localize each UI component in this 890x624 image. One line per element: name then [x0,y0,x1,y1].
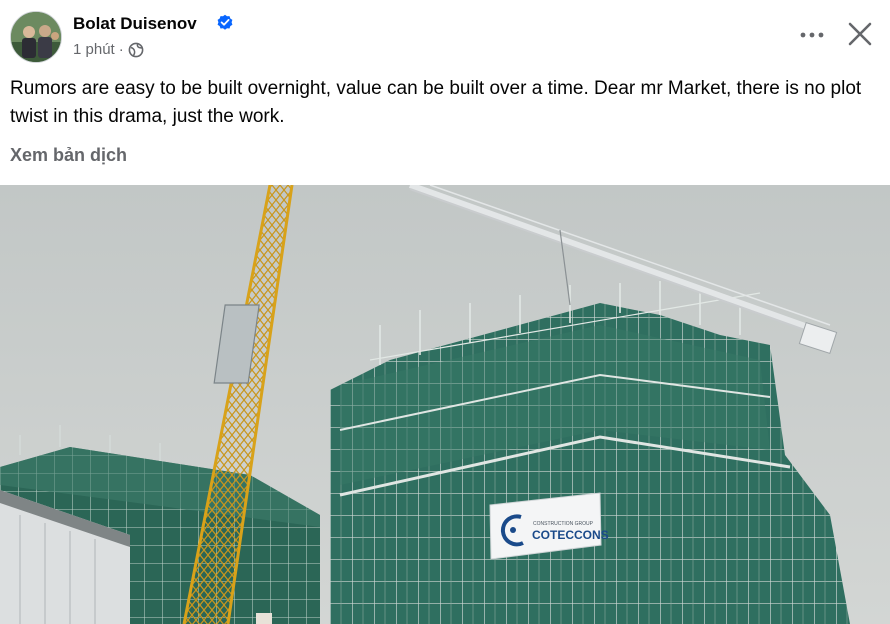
more-dots [800,32,824,38]
author-avatar[interactable] [10,11,62,63]
meta-separator: · [118,41,124,58]
globe-icon[interactable] [128,42,144,58]
banner-small-text: CONSTRUCTION GROUP [533,521,594,527]
more-options-icon[interactable] [797,20,827,50]
site-sign [256,613,272,624]
post-meta: 1 phút · [73,41,144,58]
post-timestamp[interactable]: 1 phút [73,41,115,58]
see-translation-link[interactable]: Xem bản dịch [10,145,127,166]
banner-brand-text: COTECCONS [532,528,609,542]
construction-site-photo: CONSTRUCTION GROUP COTECCONS [0,185,890,624]
avatar-photo [11,12,61,62]
close-icon[interactable] [844,18,876,50]
post-text: Rumors are easy to be built overnight, v… [10,78,862,127]
post-photo[interactable]: CONSTRUCTION GROUP COTECCONS [0,185,890,624]
author-name[interactable]: Bolat Duisenov [73,14,197,34]
post-header: Bolat Duisenov 1 phút · [0,0,890,72]
verified-badge-icon [217,14,233,30]
